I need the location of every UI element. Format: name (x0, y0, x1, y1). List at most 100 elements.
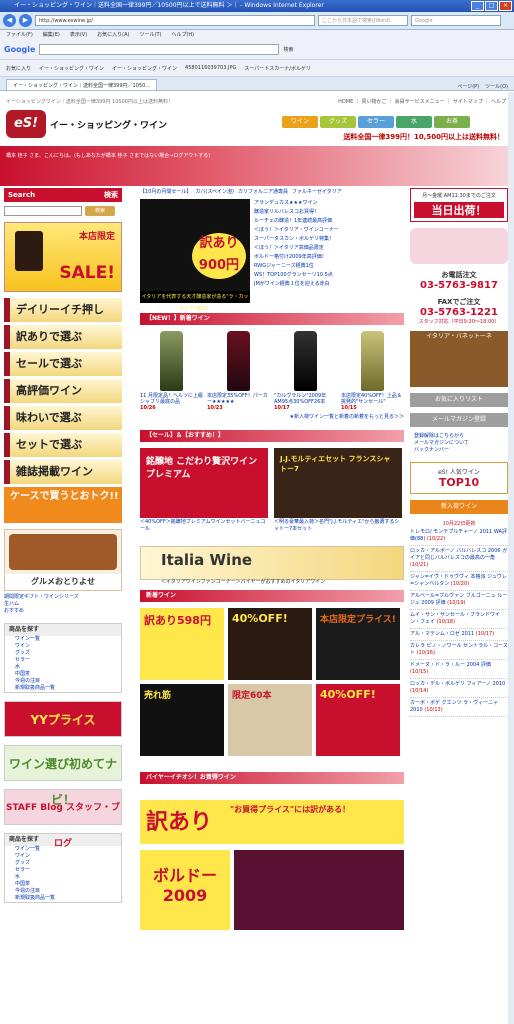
wine-tile[interactable]: 訳あり598円 (140, 608, 224, 680)
browse-link[interactable]: 今週の注目 (5, 888, 121, 895)
gourmet-banner[interactable]: グルメおとりよせ (4, 529, 122, 591)
featured-link[interactable]: WS！TOP100グランセーリ10.5点 (254, 271, 339, 280)
wine-tile[interactable]: 売れ筋 (140, 684, 224, 756)
menu-case[interactable]: ケースで買うとおトク!! (4, 487, 122, 523)
mailmag-link[interactable]: バックナンバー (414, 447, 508, 454)
product-card[interactable]: 本店限定35%OFF！パーカー★★★★★ 10/23 (207, 331, 270, 411)
menu-edit[interactable]: 編集(E) (43, 30, 60, 40)
yy-price-banner[interactable]: YYプライス (4, 701, 122, 737)
new-arrival-item[interactable]: ロッカ・アルボーノ バルバレスコ 2006 ガイアと同じバルバレスコの最高の一角… (410, 546, 508, 572)
featured-link[interactable]: アランデュカス★★★ワイン (254, 199, 339, 208)
forward-button[interactable]: ▶ (19, 14, 32, 27)
new-arrival-item[interactable]: ドメーヌ・ド・ラ・ルー 2004 評価 (10/15) (410, 660, 508, 679)
featured-link[interactable]: JMがワイン経典１位を迎える赤白 (254, 280, 339, 289)
menu-rated[interactable]: 高評価ワイン (4, 379, 122, 403)
featured-link[interactable]: ボルドー格付け2009年高評価！ (254, 253, 339, 262)
new-arrival-item[interactable]: アル・マテンム・ロゼ 2011 (10/17) (410, 629, 508, 641)
italia-banner[interactable]: Italia Wine ＜イタリアワインファンコーナー＞バイヤーがおすすめのイタ… (140, 546, 404, 585)
featured-link[interactable]: スーパータスカン・ボルゲリ特集！ (254, 235, 339, 244)
new-arrival-item[interactable]: トレモロ/ モンテプルチャーノ 2011 WA評価(88) (10/22) (410, 527, 508, 546)
product-card[interactable]: 本店限定40%OFF！上品＆挑発的"サンセール" 10/15 (341, 331, 404, 411)
new-more-link[interactable]: ★新入荷ワイン一覧と新着の新着をもっと見る＞＞ (140, 413, 405, 420)
new-arrival-item[interactable]: アルベール=ブルヴァン ブルゴーニュ ルージュ 2009 評価 (10/19) (410, 591, 508, 610)
new-arrival-item[interactable]: ムイ・サン・サンセール・ブランドワイン・フェイ (10/18) (410, 610, 508, 629)
menu-sale[interactable]: セールで選ぶ (4, 352, 122, 376)
featured-link[interactable]: ＜ほう！＞イタリア高価品限定 (254, 244, 339, 253)
bordeaux-image[interactable] (234, 850, 404, 930)
wine-tile[interactable]: 40%OFF! (316, 684, 400, 756)
menu-taste[interactable]: 味わいで選ぶ (4, 406, 122, 430)
new-arrival-item[interactable]: ロッカ・デル・ボルゲリ フィアーノ 2010 (10/14) (410, 679, 508, 698)
mailmag-link[interactable]: 登録解除はこちらから (414, 433, 508, 440)
browse-link[interactable]: 今週の注目 (5, 678, 121, 685)
menu-daily[interactable]: デイリーイチ押し (4, 298, 122, 322)
google-search-input[interactable] (39, 44, 280, 55)
browse-link[interactable]: グッズ (5, 650, 121, 657)
url-field[interactable]: http://www.eswine.jp/ (35, 15, 315, 26)
news-link[interactable]: ファルネーゼイタリア (292, 188, 342, 195)
new-arrival-item[interactable]: カーボ・ボゲ グエンツ ラ・ヴィーニャ 2010 (10/13) (410, 698, 508, 717)
featured-banner[interactable]: 訳あり900円 イタリアを代表する天才醸造家が造る"ラ・カッライア"赤白！ (140, 199, 250, 312)
google-search-button[interactable]: 検索 (283, 46, 293, 53)
mini-link[interactable]: 生ハム (4, 601, 122, 608)
browse-link[interactable]: 新規取扱商品一覧 (5, 895, 121, 902)
browse-link[interactable]: 中国茶 (5, 671, 121, 678)
jword-search[interactable]: ここから日本語で検索(JWord) (318, 15, 408, 26)
browse-link[interactable]: セラー (5, 657, 121, 664)
tab-cellar[interactable]: セラー (358, 116, 394, 128)
vertical-scrollbar[interactable] (508, 92, 514, 1024)
sale-tile[interactable]: J.J.モルティエセット フランスシャトー7 (274, 448, 402, 518)
minimize-button[interactable]: _ (471, 1, 484, 11)
page-menu[interactable]: ページ(P) (457, 83, 479, 90)
panettone-banner[interactable]: イタリア・バネットーネ (410, 331, 508, 387)
wine-tile[interactable]: 限定60本 (228, 684, 312, 756)
tools-menu[interactable]: ツール(O) (485, 83, 508, 90)
site-logo[interactable]: eS! Wine (6, 110, 46, 159)
sale-tile-caption[interactable]: ＜40%OFF＞銘醸地プレミアムワインセットバーニュコール (140, 518, 268, 532)
staff-blog-banner[interactable]: STAFF Blog スタッフ・ブログ (4, 789, 122, 849)
navi-banner[interactable]: ワイン選び初めてナビ！ (4, 745, 122, 807)
mailmag-link[interactable]: メールマガジンについて (414, 440, 508, 447)
menu-tools[interactable]: ツール(T) (140, 30, 162, 40)
news-link[interactable]: カバ(スペイン泡) (195, 188, 234, 195)
top-nav[interactable]: HOME ｜ 買い物かご ｜ 会員サービスメニュー ｜ サイトマップ ｜ ヘルプ (338, 98, 506, 105)
browse-link[interactable]: 水 (5, 664, 121, 671)
tab-tea[interactable]: お茶 (434, 116, 470, 128)
mini-link[interactable]: 期間限定ギフト・ワインシリーズ (4, 594, 122, 601)
maximize-button[interactable]: □ (485, 1, 498, 11)
wine-tile[interactable]: 本店限定プライス! (316, 608, 400, 680)
menu-help[interactable]: ヘルプ(H) (171, 30, 194, 40)
product-card[interactable]: "カルヴラルン"2009年 AM95点30%OFF26本 10/17 (274, 331, 337, 411)
menu-wakeari[interactable]: 訳ありで選ぶ (4, 325, 122, 349)
ranking-banner[interactable]: eS! 人気ワイン TOP10 (410, 462, 508, 494)
close-button[interactable]: × (499, 1, 512, 11)
featured-link[interactable]: RWGジャーニーズ経典1位 (254, 262, 339, 271)
menu-favorites[interactable]: お気に入り(A) (97, 30, 129, 40)
fav-item[interactable]: イー・ショッピング・ワイン (112, 65, 177, 72)
browse-link[interactable]: 新規取扱商品一覧 (5, 685, 121, 692)
menu-file[interactable]: ファイル(F) (6, 30, 33, 40)
mini-link[interactable]: おすすめ (4, 608, 122, 615)
news-link[interactable]: カリフォルニア通専員 (238, 188, 288, 195)
tab-wine[interactable]: ワイン (282, 116, 318, 128)
fav-item[interactable]: お気に入り (6, 65, 31, 72)
sale-tile-caption[interactable]: ＜明る豪華最入荷＞名門"J.J.モルティエ"から厳選するシャトー7本セット (274, 518, 402, 532)
search-input[interactable]: Google (411, 15, 501, 26)
fav-item[interactable]: 4580116039703.JPG (185, 65, 236, 71)
fav-item[interactable]: イー・ショッピング・ワイン (39, 65, 104, 72)
wakeari-banner[interactable]: 訳あり "お買得プライス"には訳がある！ (140, 800, 404, 844)
site-search-input[interactable] (4, 206, 82, 216)
sale-tile[interactable]: 銘醸地 こだわり贅沢ワインプレミアム (140, 448, 268, 518)
site-search-button[interactable]: 検索 (85, 206, 115, 216)
menu-set[interactable]: セットで選ぶ (4, 433, 122, 457)
browse-link[interactable]: ワイン一覧 (5, 636, 121, 643)
browse-link[interactable]: ワイン (5, 643, 121, 650)
browse-link[interactable]: 水 (5, 874, 121, 881)
new-arrival-item[interactable]: カレラ ピノ・ノワール セントラル・コースト (10/16) (410, 641, 508, 660)
browse-link[interactable]: セラー (5, 867, 121, 874)
back-button[interactable]: ◀ (3, 14, 16, 27)
browse-link[interactable]: 中国茶 (5, 881, 121, 888)
wine-tile[interactable]: 40%OFF! (228, 608, 312, 680)
featured-link[interactable]: ＜ほう！＞イタリア・ワインコーナー (254, 226, 339, 235)
product-card[interactable]: 11 月限定品！ヘルツに上級シャブリ最底の品 10/26 (140, 331, 203, 411)
